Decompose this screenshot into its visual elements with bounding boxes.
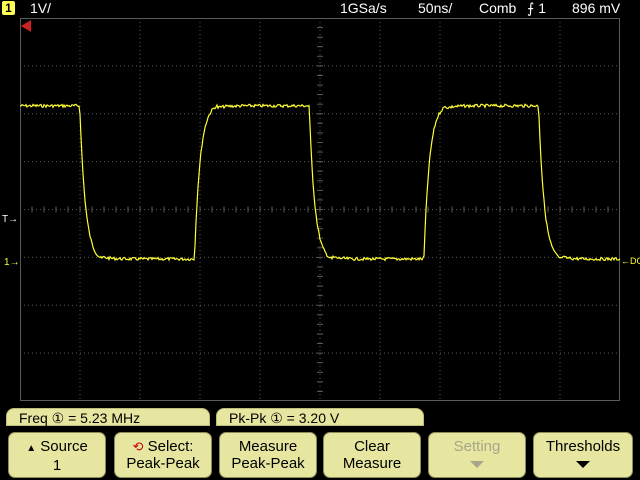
source-button[interactable]: ▲ Source 1 (8, 432, 106, 478)
submenu-arrow-icon (576, 461, 590, 468)
status-bar: 1 1V/ 1GSa/s 50ns/ Comb ⨍ 1 896 mV (0, 0, 640, 16)
trigger-indicator: ⨍ 1 (527, 0, 546, 16)
coupling-marker: ←DC (621, 256, 640, 266)
setting-button[interactable]: Setting (428, 432, 526, 478)
clear-measure-button[interactable]: Clear Measure (323, 432, 421, 478)
sample-rate: 1GSa/s (340, 0, 387, 16)
ground-marker: 1→ (4, 257, 20, 268)
channel-1-badge: 1 (2, 1, 15, 15)
up-arrow-icon: ▲ (26, 443, 37, 454)
trigger-position-marker (21, 20, 31, 32)
channel-scale: 1V/ (30, 0, 52, 16)
thresholds-button[interactable]: Thresholds (533, 432, 633, 478)
acquisition-mode: Comb (479, 0, 517, 16)
graticule (20, 18, 620, 401)
freq-measurement: Freq ① = 5.23 MHz (6, 408, 210, 426)
softkey-bar: ▲ Source 1 ⟲ Select: Peak-Peak Measure P… (0, 430, 640, 480)
measurement-bar: Freq ① = 5.23 MHz Pk-Pk ① = 3.20 V (0, 408, 640, 428)
timebase: 50ns/ (418, 0, 453, 16)
pkpk-measurement: Pk-Pk ① = 3.20 V (216, 408, 424, 426)
trigger-level: 896 mV (572, 0, 621, 16)
trigger-level-marker: T→ (2, 214, 19, 225)
submenu-arrow-icon (470, 461, 484, 468)
waveform-display (20, 18, 620, 401)
measure-peak-peak-button[interactable]: Measure Peak-Peak (219, 432, 317, 478)
select-button[interactable]: ⟲ Select: Peak-Peak (114, 432, 212, 478)
rotary-knob-icon: ⟲ (132, 439, 144, 454)
trigger-edge-icon: ⨍ (527, 0, 535, 16)
